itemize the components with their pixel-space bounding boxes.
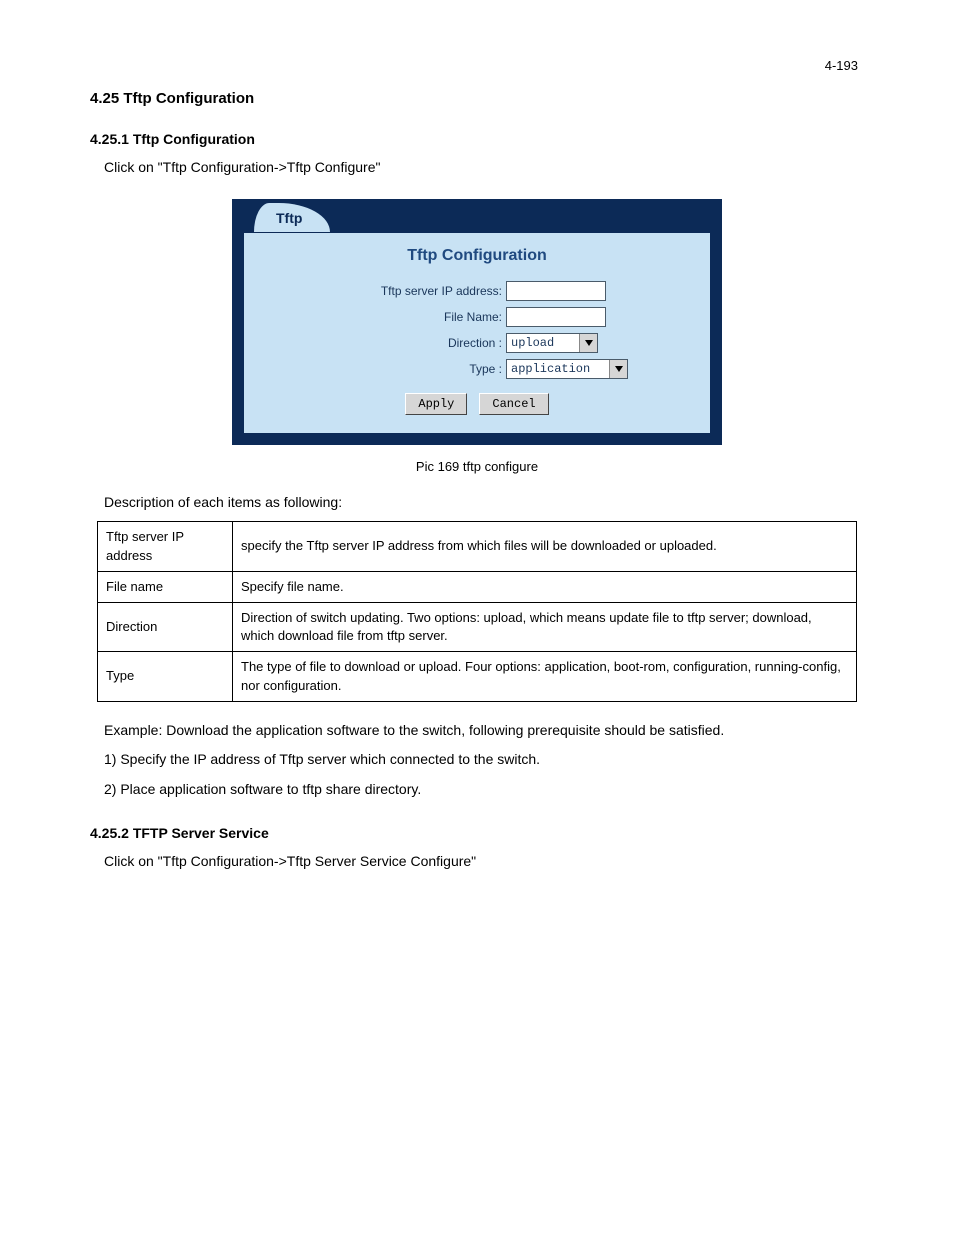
section-heading: 4.25 Tftp Configuration bbox=[90, 90, 864, 107]
instruction-1: Click on "Tftp Configuration->Tftp Confi… bbox=[104, 157, 864, 179]
cell-key: Type bbox=[98, 652, 233, 701]
example-step-2: 2) Place application software to tftp sh… bbox=[104, 779, 864, 801]
row-type: Type : application bbox=[256, 359, 698, 379]
label-direction: Direction : bbox=[256, 336, 506, 350]
label-type: Type : bbox=[256, 362, 506, 376]
cancel-button[interactable]: Cancel bbox=[479, 393, 548, 415]
apply-button[interactable]: Apply bbox=[405, 393, 467, 415]
row-direction: Direction : upload bbox=[256, 333, 698, 353]
cell-key: Tftp server IP address bbox=[98, 522, 233, 571]
file-name-input[interactable] bbox=[506, 307, 606, 327]
button-row: Apply Cancel bbox=[256, 393, 698, 415]
config-panel: Tftp Tftp Configuration Tftp server IP a… bbox=[232, 199, 722, 445]
cell-desc: Direction of switch updating. Two option… bbox=[233, 602, 857, 651]
ip-input[interactable] bbox=[506, 281, 606, 301]
example-step-1: 1) Specify the IP address of Tftp server… bbox=[104, 749, 864, 771]
cell-desc: specify the Tftp server IP address from … bbox=[233, 522, 857, 571]
type-select[interactable]: application bbox=[506, 359, 628, 379]
direction-select[interactable]: upload bbox=[506, 333, 598, 353]
table-intro: Description of each items as following: bbox=[104, 492, 864, 514]
direction-value: upload bbox=[507, 334, 579, 352]
tab-row: Tftp bbox=[232, 199, 722, 233]
dropdown-icon bbox=[609, 360, 627, 378]
table-row: Type The type of file to download or upl… bbox=[98, 652, 857, 701]
example-intro: Example: Download the application softwa… bbox=[104, 720, 864, 742]
description-table: Tftp server IP address specify the Tftp … bbox=[97, 521, 857, 701]
tab-tftp[interactable]: Tftp bbox=[254, 203, 330, 232]
cell-desc: Specify file name. bbox=[233, 571, 857, 602]
table-row: Tftp server IP address specify the Tftp … bbox=[98, 522, 857, 571]
label-file: File Name: bbox=[256, 310, 506, 324]
cell-desc: The type of file to download or upload. … bbox=[233, 652, 857, 701]
cell-key: Direction bbox=[98, 602, 233, 651]
panel-title: Tftp Configuration bbox=[256, 247, 698, 265]
dropdown-icon bbox=[579, 334, 597, 352]
figure-caption: Pic 169 tftp configure bbox=[90, 459, 864, 474]
row-file: File Name: bbox=[256, 307, 698, 327]
subsection-heading-1: 4.25.1 Tftp Configuration bbox=[90, 131, 864, 147]
table-row: Direction Direction of switch updating. … bbox=[98, 602, 857, 651]
page-number: 4-193 bbox=[825, 58, 858, 73]
panel-body: Tftp Configuration Tftp server IP addres… bbox=[244, 233, 710, 433]
type-value: application bbox=[507, 360, 609, 378]
table-row: File name Specify file name. bbox=[98, 571, 857, 602]
label-ip: Tftp server IP address: bbox=[256, 284, 506, 298]
row-ip: Tftp server IP address: bbox=[256, 281, 698, 301]
figure-container: Tftp Tftp Configuration Tftp server IP a… bbox=[90, 199, 864, 474]
subsection-heading-2: 4.25.2 TFTP Server Service bbox=[90, 825, 864, 841]
instruction-2: Click on "Tftp Configuration->Tftp Serve… bbox=[104, 851, 864, 873]
cell-key: File name bbox=[98, 571, 233, 602]
